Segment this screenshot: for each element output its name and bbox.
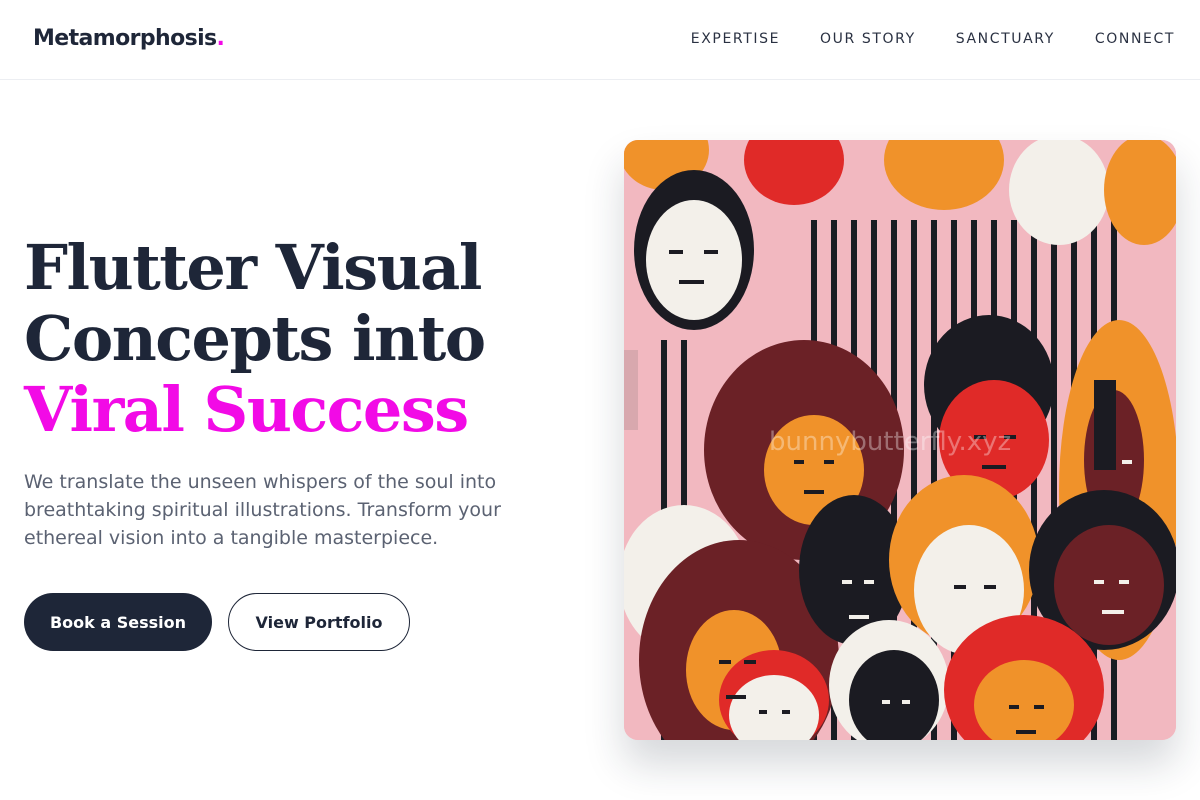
brand-logo[interactable]: Metamorphosis. (33, 26, 225, 51)
book-session-button[interactable]: Book a Session (24, 593, 212, 651)
top-navigation-bar: Metamorphosis. EXPERTISE OUR STORY SANCT… (0, 0, 1200, 80)
artwork-watermark: bunnybutterfly.xyz (769, 427, 1011, 457)
main-nav: EXPERTISE OUR STORY SANCTUARY CONNECT (691, 31, 1175, 47)
faces-mural-illustration: bunnybutterfly.xyz (624, 140, 1176, 740)
nav-link-our-story[interactable]: OUR STORY (820, 31, 916, 47)
logo-text: Metamorphosis (33, 26, 217, 51)
hero-heading-line-2: Concepts into (24, 302, 486, 375)
hero-heading-line-1: Flutter Visual (24, 231, 482, 304)
hero-description: We translate the unseen whispers of the … (24, 471, 501, 549)
nav-link-expertise[interactable]: EXPERTISE (691, 31, 780, 47)
hero-heading: Flutter Visual Concepts into Viral Succe… (24, 232, 584, 445)
hero-heading-accent: Viral Success (24, 373, 469, 446)
logo-dot: . (216, 26, 225, 51)
nav-link-sanctuary[interactable]: SANCTUARY (956, 31, 1055, 47)
hero-artwork-image: bunnybutterfly.xyz (624, 140, 1176, 740)
view-portfolio-button[interactable]: View Portfolio (228, 593, 410, 651)
nav-link-connect[interactable]: CONNECT (1095, 31, 1175, 47)
